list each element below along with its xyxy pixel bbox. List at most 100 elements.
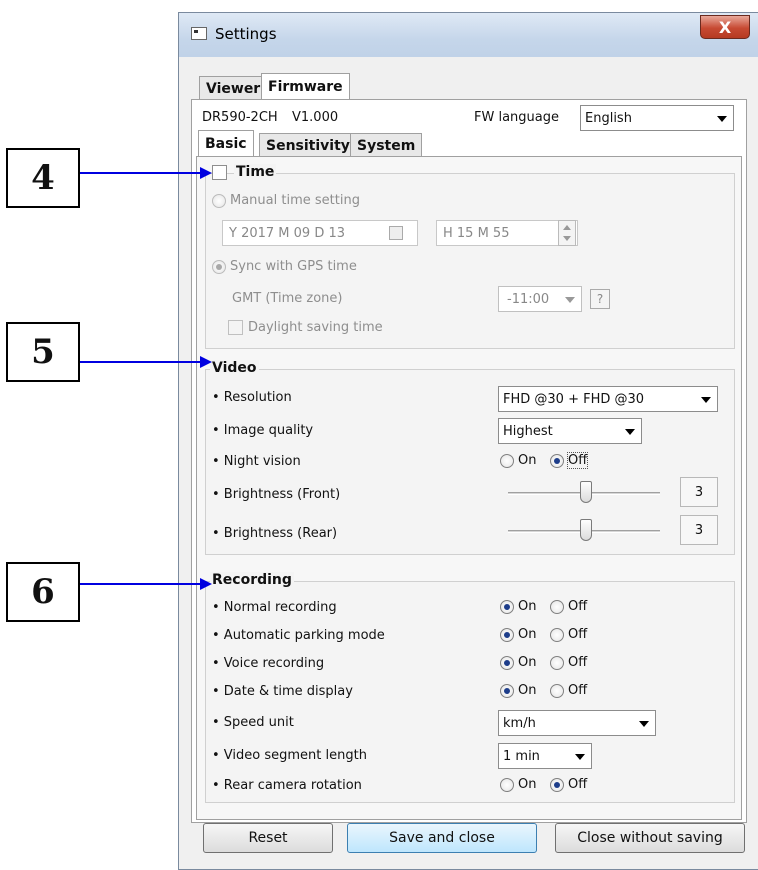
image-quality-label: • Image quality [212,423,314,438]
tab-basic[interactable]: Basic [198,130,254,157]
parking-mode-on-radio[interactable] [500,628,514,642]
datetime-display-off-radio[interactable] [550,684,564,698]
help-icon[interactable]: ? [590,289,610,309]
night-vision-on-label: On [518,453,537,468]
normal-recording-on-label: On [518,599,537,614]
chevron-down-icon [625,429,635,435]
voice-recording-off-radio[interactable] [550,656,564,670]
dst-label: Daylight saving time [248,320,383,335]
voice-recording-off-label: Off [568,655,588,670]
chevron-down-icon [565,297,575,303]
resolution-label: • Resolution [212,390,292,405]
arrow-6-line [80,583,202,585]
image-quality-select[interactable]: Highest [498,418,642,444]
brightness-front-value: 3 [680,477,718,507]
parking-mode-off-radio[interactable] [550,628,564,642]
tab-sensitivity[interactable]: Sensitivity [259,133,357,157]
rear-rotation-off-radio[interactable] [550,778,564,792]
resolution-select[interactable]: FHD @30 + FHD @30 [498,386,718,412]
time-spinner[interactable] [558,220,576,246]
rear-rotation-on-radio[interactable] [500,778,514,792]
time-checkbox[interactable] [212,165,227,180]
tab-viewer[interactable]: Viewer [199,76,268,100]
chevron-down-icon [701,397,711,403]
callout-4: 4 [6,148,80,208]
gmt-label: GMT (Time zone) [232,291,343,306]
video-group: Video • Resolution FHD @30 + FHD @30 • I… [205,360,735,555]
chevron-down-icon [639,721,649,727]
brightness-rear-value: 3 [680,515,718,545]
arrow-6-head [200,578,212,590]
callout-6: 6 [6,562,80,622]
tab-firmware[interactable]: Firmware [261,73,350,100]
rear-rotation-label: • Rear camera rotation [212,778,362,793]
normal-recording-off-radio[interactable] [550,600,564,614]
time-group: Time Manual time setting Y 2017 M 09 D 1… [205,164,735,349]
rear-rotation-off-label: Off [568,777,588,792]
normal-recording-off-label: Off [568,599,588,614]
arrow-5-line [80,361,202,363]
resolution-value: FHD @30 + FHD @30 [503,391,645,407]
recording-title: Recording [210,572,294,588]
firmware-panel: DR590-2CH V1.000 FW language English Bas… [191,99,747,823]
arrow-5-head [200,356,212,368]
calendar-icon[interactable] [389,226,403,240]
brightness-front-slider[interactable] [580,481,592,503]
datetime-display-off-label: Off [568,683,588,698]
speed-unit-select[interactable]: km/h [498,710,656,736]
rear-rotation-on-label: On [518,777,537,792]
night-vision-label: • Night vision [212,454,301,469]
time-value: H 15 M 55 [443,225,510,241]
datetime-display-label: • Date & time display [212,684,353,699]
parking-mode-on-label: On [518,627,537,642]
chevron-down-icon [575,754,585,760]
tab-system[interactable]: System [350,133,423,157]
night-vision-off-label: Off [566,452,589,469]
manual-time-radio[interactable] [212,194,226,208]
segment-length-value: 1 min [503,748,540,764]
time-field[interactable]: H 15 M 55 [436,220,578,246]
image-quality-value: Highest [503,423,553,439]
date-field[interactable]: Y 2017 M 09 D 13 [222,220,418,246]
gmt-value: -11:00 [507,291,550,307]
brightness-rear-slider[interactable] [580,519,592,541]
arrow-4-head [200,167,212,179]
speed-unit-value: km/h [503,715,536,731]
device-version: V1.000 [292,110,339,125]
voice-recording-on-label: On [518,655,537,670]
window-title: Settings [215,25,277,43]
reset-button[interactable]: Reset [203,823,333,853]
speed-unit-label: • Speed unit [212,715,294,730]
title-bar: Settings X [179,13,758,57]
voice-recording-label: • Voice recording [212,656,325,671]
basic-panel: Time Manual time setting Y 2017 M 09 D 1… [196,156,742,820]
dst-checkbox[interactable] [228,320,243,335]
save-and-close-button[interactable]: Save and close [347,823,537,853]
close-button[interactable]: X [700,15,750,39]
night-vision-off-radio[interactable] [550,454,564,468]
normal-recording-on-radio[interactable] [500,600,514,614]
brightness-rear-label: • Brightness (Rear) [212,526,338,541]
gps-sync-radio[interactable] [212,260,226,274]
close-without-saving-button[interactable]: Close without saving [555,823,745,853]
segment-length-select[interactable]: 1 min [498,743,592,769]
manual-time-label: Manual time setting [230,193,360,208]
app-icon [191,27,207,40]
parking-mode-off-label: Off [568,627,588,642]
night-vision-on-radio[interactable] [500,454,514,468]
normal-recording-label: • Normal recording [212,600,337,615]
time-title: Time [234,164,277,180]
voice-recording-on-radio[interactable] [500,656,514,670]
fw-language-value: English [585,110,632,126]
datetime-display-on-label: On [518,683,537,698]
dialog-client: Viewer Firmware DR590-2CH V1.000 FW lang… [187,57,751,863]
chevron-down-icon [717,116,727,122]
video-title: Video [210,360,259,376]
fw-language-label: FW language [474,110,559,125]
fw-language-select[interactable]: English [580,105,734,131]
date-value: Y 2017 M 09 D 13 [229,225,345,241]
datetime-display-on-radio[interactable] [500,684,514,698]
gmt-select[interactable]: -11:00 [498,286,582,312]
parking-mode-label: • Automatic parking mode [212,628,385,643]
arrow-4-line [80,172,202,174]
